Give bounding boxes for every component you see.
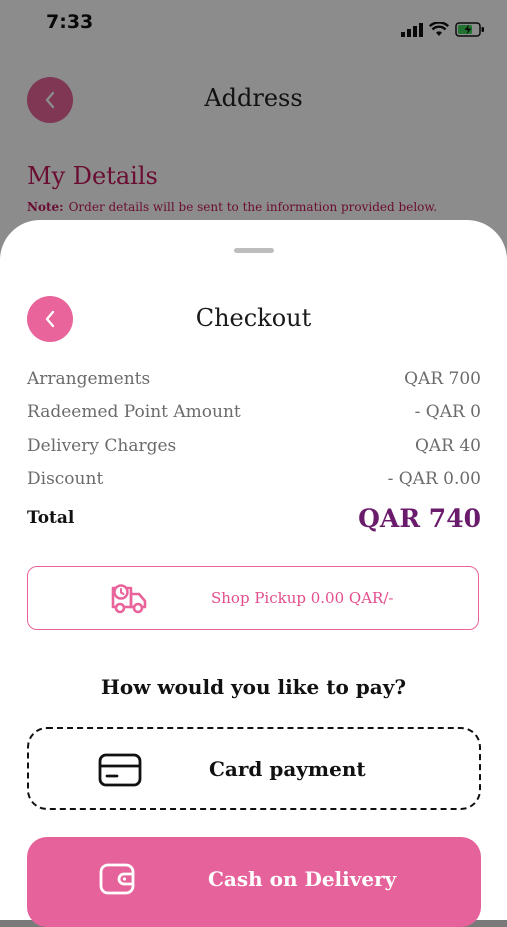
- row-value: QAR 40: [414, 435, 481, 456]
- row-label: Delivery Charges: [27, 435, 177, 456]
- payment-question: How would you like to pay?: [100, 675, 407, 699]
- summary-row-arrangements: Arrangements QAR 700: [27, 362, 481, 396]
- shop-pickup-option[interactable]: Shop Pickup 0.00 QAR/-: [27, 566, 479, 630]
- row-label: Discount: [27, 469, 104, 490]
- row-label: Radeemed Point Amount: [27, 402, 241, 423]
- delivery-truck-icon: [111, 584, 147, 614]
- row-value: QAR 700: [404, 368, 481, 389]
- wallet-icon: [99, 863, 135, 895]
- order-summary: Arrangements QAR 700 Radeemed Point Amou…: [27, 362, 481, 540]
- card-payment-label: Card payment: [209, 757, 366, 781]
- total-label: Total: [27, 508, 75, 528]
- row-value: - QAR 0.00: [387, 469, 481, 490]
- summary-row-redeemed-points: Radeemed Point Amount - QAR 0: [27, 396, 481, 430]
- cash-on-delivery-button[interactable]: Cash on Delivery: [27, 837, 481, 927]
- total-value: QAR 740: [358, 503, 481, 533]
- shop-pickup-label: Shop Pickup 0.00 QAR/-: [211, 589, 394, 607]
- cash-on-delivery-label: Cash on Delivery: [208, 867, 397, 891]
- sheet-drag-handle[interactable]: [234, 248, 274, 253]
- checkout-sheet: Checkout Arrangements QAR 700 Radeemed P…: [0, 220, 507, 927]
- summary-row-delivery-charges: Delivery Charges QAR 40: [27, 429, 481, 463]
- card-payment-button[interactable]: Card payment: [27, 727, 481, 810]
- row-label: Arrangements: [27, 368, 151, 389]
- summary-row-discount: Discount - QAR 0.00: [27, 463, 481, 497]
- row-value: - QAR 0: [414, 402, 481, 423]
- credit-card-icon: [98, 753, 142, 787]
- checkout-title: Checkout: [195, 304, 312, 332]
- summary-row-total: Total QAR 740: [27, 496, 481, 540]
